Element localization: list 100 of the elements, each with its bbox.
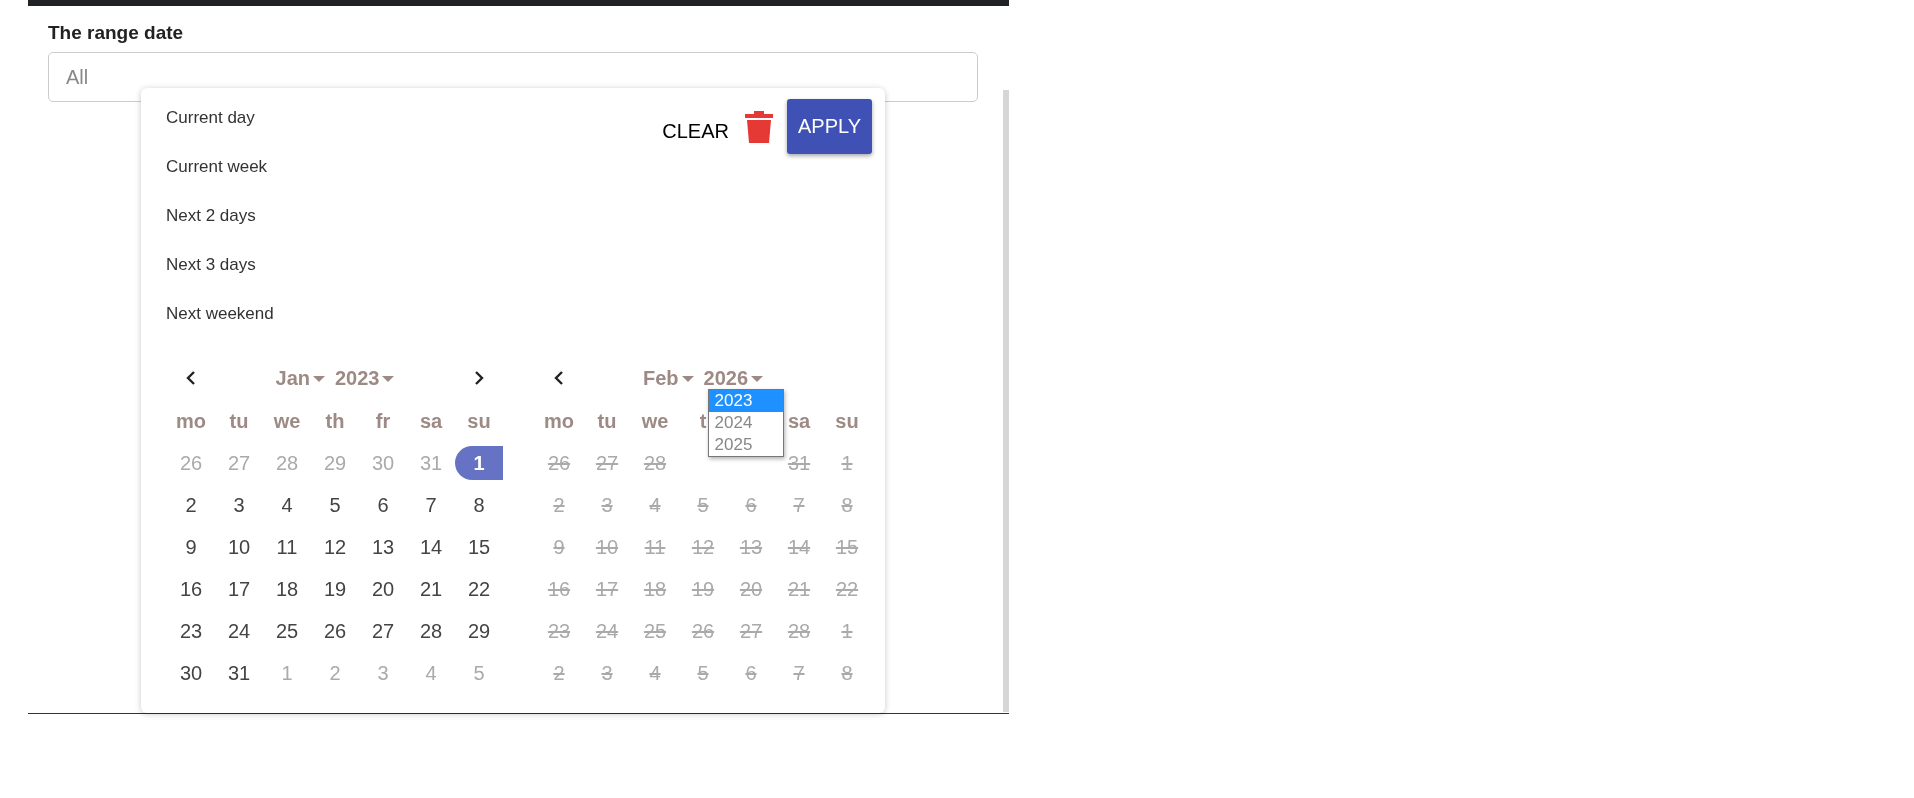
day-cell-text: 6 (744, 493, 758, 518)
day-cell[interactable]: 26 (311, 614, 359, 648)
weekday-label: tu (596, 408, 618, 434)
day-cell[interactable]: 1 (455, 446, 503, 480)
day-cell[interactable]: 19 (311, 572, 359, 606)
weekday-label: sa (418, 408, 444, 434)
day-cell-text: 5 (696, 661, 710, 686)
day-cell[interactable]: 10 (215, 530, 263, 564)
day-cell-text: 31 (786, 451, 812, 476)
day-cell-text: 1 (840, 619, 854, 644)
weekday-label: su (466, 408, 492, 434)
day-cell[interactable]: 21 (407, 572, 455, 606)
weekday-label: su (834, 408, 860, 434)
day-cell-text: 26 (546, 451, 572, 476)
weekday-label: th (324, 408, 346, 434)
day-cell-text: 2 (552, 493, 566, 518)
day-cell[interactable]: 22 (455, 572, 503, 606)
day-cell-text: 25 (642, 619, 668, 644)
day-cell-text: 27 (594, 451, 620, 476)
day-cell-text: 5 (696, 493, 710, 518)
day-cell-text: 19 (690, 577, 716, 602)
day-cell-text: 24 (594, 619, 620, 644)
day-cell-text: 17 (594, 577, 620, 602)
day-cell-text: 9 (552, 535, 566, 560)
day-cell-text: 4 (648, 661, 662, 686)
day-cell-text: 3 (600, 493, 614, 518)
day-cell-text: 1 (840, 451, 854, 476)
day-cell-text: 28 (786, 619, 812, 644)
day-cell[interactable]: 5 (311, 488, 359, 522)
year-option[interactable]: 2025 (708, 433, 783, 456)
chevron-right-icon[interactable] (474, 371, 484, 385)
weekday-label: mo (543, 408, 575, 434)
preset-option[interactable]: Next weekend (162, 294, 278, 334)
caret-icon[interactable] (382, 375, 395, 382)
caret-icon[interactable] (313, 375, 325, 382)
day-cell-text: 10 (594, 535, 620, 560)
day-cell-text: 7 (792, 493, 806, 518)
day-cell[interactable]: 18 (263, 572, 311, 606)
day-cell-text: 11 (643, 535, 667, 560)
day-cell[interactable]: 3 (215, 488, 263, 522)
day-cell-text: 4 (648, 493, 662, 518)
apply-button[interactable]: APPLY (787, 99, 872, 154)
year-option[interactable]: 2024 (708, 411, 783, 434)
day-cell-text: 2 (552, 661, 566, 686)
day-cell[interactable]: 30 (167, 656, 215, 690)
day-cell[interactable]: 8 (455, 488, 503, 522)
day-cell[interactable]: 29 (455, 614, 503, 648)
day-cell-text: 22 (834, 577, 860, 602)
chevron-left-icon[interactable] (554, 371, 564, 385)
day-cell[interactable]: 25 (263, 614, 311, 648)
day-cell[interactable]: 2 (167, 488, 215, 522)
preset-option[interactable]: Next 3 days (162, 245, 278, 285)
day-cell[interactable]: 4 (263, 488, 311, 522)
day-cell[interactable]: 20 (359, 572, 407, 606)
weekday-label: tu (228, 408, 250, 434)
day-cell-text: 20 (738, 577, 764, 602)
day-cell-text: 7 (792, 661, 806, 686)
caret-icon[interactable] (681, 375, 694, 382)
chevron-left-icon[interactable] (186, 371, 196, 385)
day-cell-text: 28 (642, 451, 668, 476)
preset-option[interactable]: Current week (162, 147, 278, 187)
day-cell[interactable]: 28 (407, 614, 455, 648)
weekday-label: fr (374, 408, 392, 434)
day-cell-text: 12 (690, 535, 716, 560)
day-cell[interactable]: 9 (167, 530, 215, 564)
day-cell[interactable]: 27 (359, 614, 407, 648)
day-cell-text: 6 (744, 661, 758, 686)
day-cell-text: 27 (738, 619, 764, 644)
day-cell-text: 16 (546, 577, 572, 602)
day-cell-text: 8 (840, 661, 854, 686)
day-cell[interactable]: 16 (167, 572, 215, 606)
day-cell-text: 14 (786, 535, 812, 560)
preset-option[interactable]: Next 2 days (162, 196, 278, 236)
caret-icon[interactable] (751, 375, 764, 382)
weekday-label: mo (175, 408, 207, 434)
day-cell-text: 23 (546, 619, 572, 644)
day-cell[interactable]: 6 (359, 488, 407, 522)
day-cell-text: 18 (642, 577, 668, 602)
day-cell[interactable]: 7 (407, 488, 455, 522)
day-cell[interactable]: 11 (263, 530, 311, 564)
day-cell[interactable]: 17 (215, 572, 263, 606)
weekday-label: we (272, 408, 302, 434)
day-cell[interactable]: 14 (407, 530, 455, 564)
day-cell[interactable]: 24 (215, 614, 263, 648)
day-cell[interactable]: 13 (359, 530, 407, 564)
day-cell-text: 21 (786, 577, 812, 602)
day-cell-text: 8 (840, 493, 854, 518)
day-cell[interactable]: 31 (215, 656, 263, 690)
day-cell[interactable]: 15 (455, 530, 503, 564)
day-cell-text: 15 (834, 535, 860, 560)
trash-icon[interactable] (745, 110, 773, 143)
weekday-label: sa (786, 408, 812, 434)
day-cell-text: 26 (690, 619, 716, 644)
weekday-label: we (640, 408, 670, 434)
day-cell-text: 3 (600, 661, 614, 686)
field-label: The range date (48, 21, 185, 45)
day-cell-text: 13 (738, 535, 764, 560)
clear-button[interactable]: CLEAR (660, 116, 731, 147)
day-cell[interactable]: 23 (167, 614, 215, 648)
day-cell[interactable]: 12 (311, 530, 359, 564)
